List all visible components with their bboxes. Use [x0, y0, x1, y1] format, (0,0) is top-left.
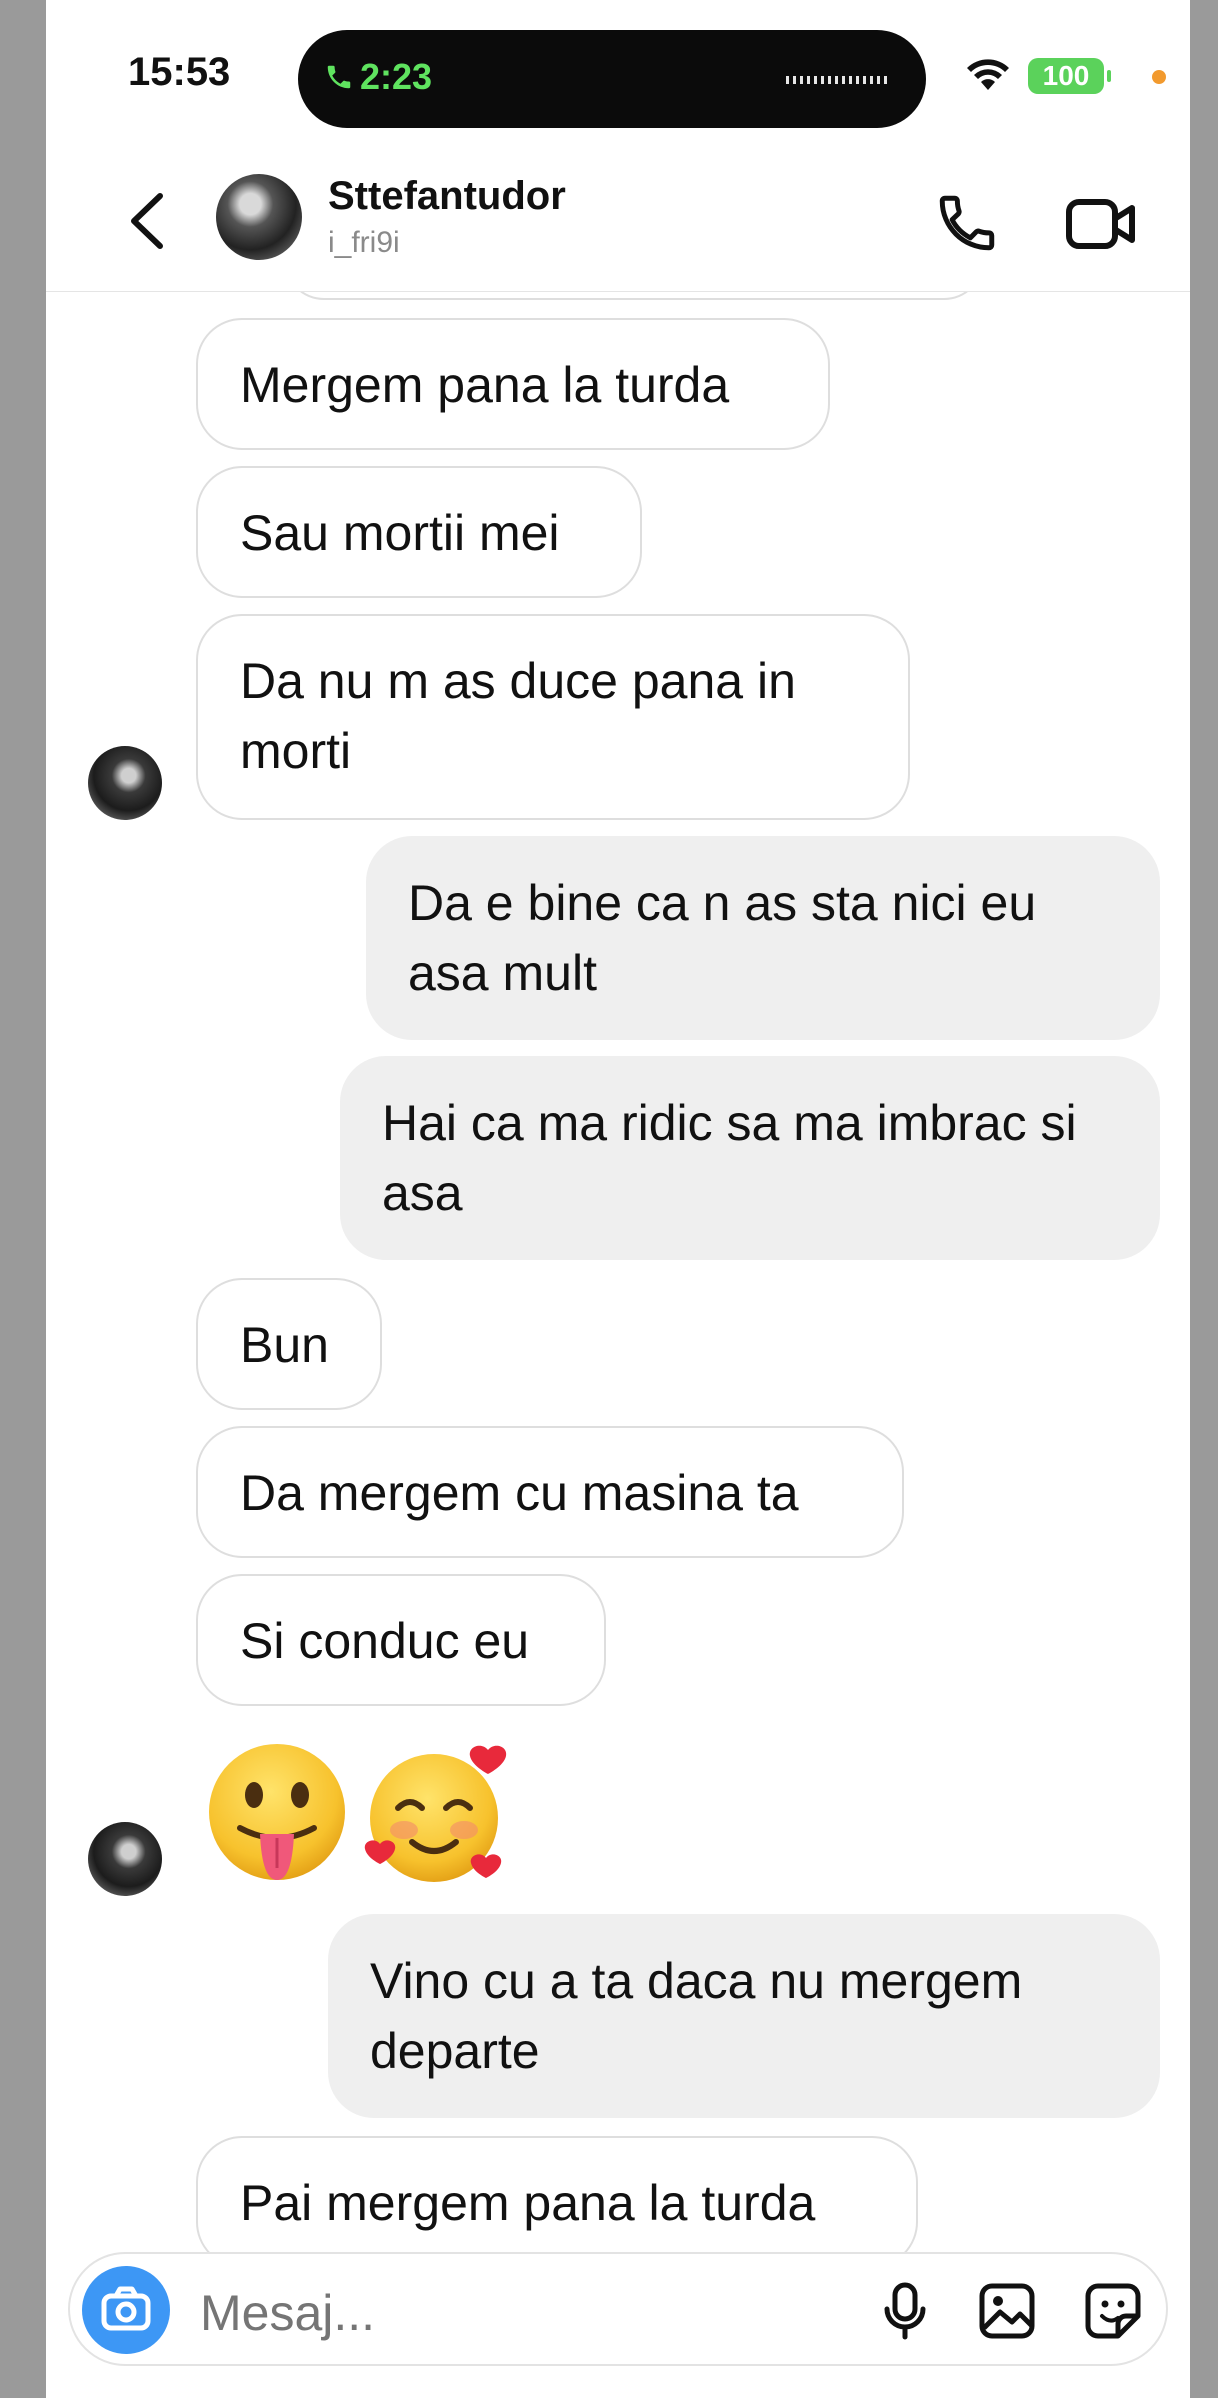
dynamic-island[interactable]: 2:23: [298, 30, 926, 128]
status-bar: 15:53 2:23 100: [46, 0, 1190, 150]
message-bubble-incoming[interactable]: Si conduc eu: [196, 1574, 606, 1706]
message-bubble-outgoing[interactable]: Da e bine ca n as sta nici eu asa mult: [366, 836, 1160, 1040]
gallery-icon[interactable]: [978, 2282, 1036, 2340]
message-composer[interactable]: [68, 2252, 1168, 2366]
message-input[interactable]: [200, 2284, 840, 2342]
camera-icon: [101, 2286, 151, 2331]
contact-avatar[interactable]: [216, 174, 302, 260]
privacy-indicator-dot: [1152, 70, 1166, 84]
message-bubble-incoming[interactable]: Pai mergem pana la turda: [196, 2136, 918, 2268]
contact-handle[interactable]: i_fri9i: [328, 226, 400, 260]
sticker-icon[interactable]: [1084, 2282, 1142, 2340]
message-bubble-incoming[interactable]: Da nu m as duce pana in morti: [196, 614, 910, 820]
sender-avatar[interactable]: [88, 746, 162, 820]
chat-header: Sttefantudor i_fri9i: [46, 150, 1190, 292]
smiling-face-with-hearts-emoji[interactable]: [362, 1740, 512, 1890]
active-call-indicator[interactable]: 2:23: [324, 56, 432, 98]
call-duration: 2:23: [360, 56, 433, 97]
back-icon[interactable]: [120, 188, 176, 254]
microphone-icon[interactable]: [882, 2282, 928, 2340]
audio-waveform-icon: [786, 76, 890, 84]
video-icon[interactable]: [1066, 194, 1136, 254]
phone-icon[interactable]: [934, 190, 1000, 256]
chat-screen: 15:53 2:23 100 Sttefantudor i_fri9i Merg…: [46, 0, 1190, 2398]
message-bubble-outgoing[interactable]: Hai ca ma ridic sa ma imbrac si asa: [340, 1056, 1160, 1260]
message-bubble-incoming[interactable]: Bun: [196, 1278, 382, 1410]
contact-name[interactable]: Sttefantudor: [328, 174, 566, 219]
camera-button[interactable]: [82, 2266, 170, 2354]
battery-indicator: 100: [1028, 58, 1111, 94]
tongue-out-face-emoji[interactable]: [202, 1740, 352, 1890]
message-bubble-incoming[interactable]: Sau mortii mei: [196, 466, 642, 598]
call-phone-icon: [327, 65, 351, 89]
wifi-icon: [967, 59, 1009, 90]
message-bubble-outgoing[interactable]: Vino cu a ta daca nu mergem departe: [328, 1914, 1160, 2118]
message-bubble-incoming[interactable]: Mergem pana la turda: [196, 318, 830, 450]
message-bubble-incoming[interactable]: Da mergem cu masina ta: [196, 1426, 904, 1558]
sender-avatar[interactable]: [88, 1822, 162, 1896]
status-time: 15:53: [128, 50, 231, 94]
